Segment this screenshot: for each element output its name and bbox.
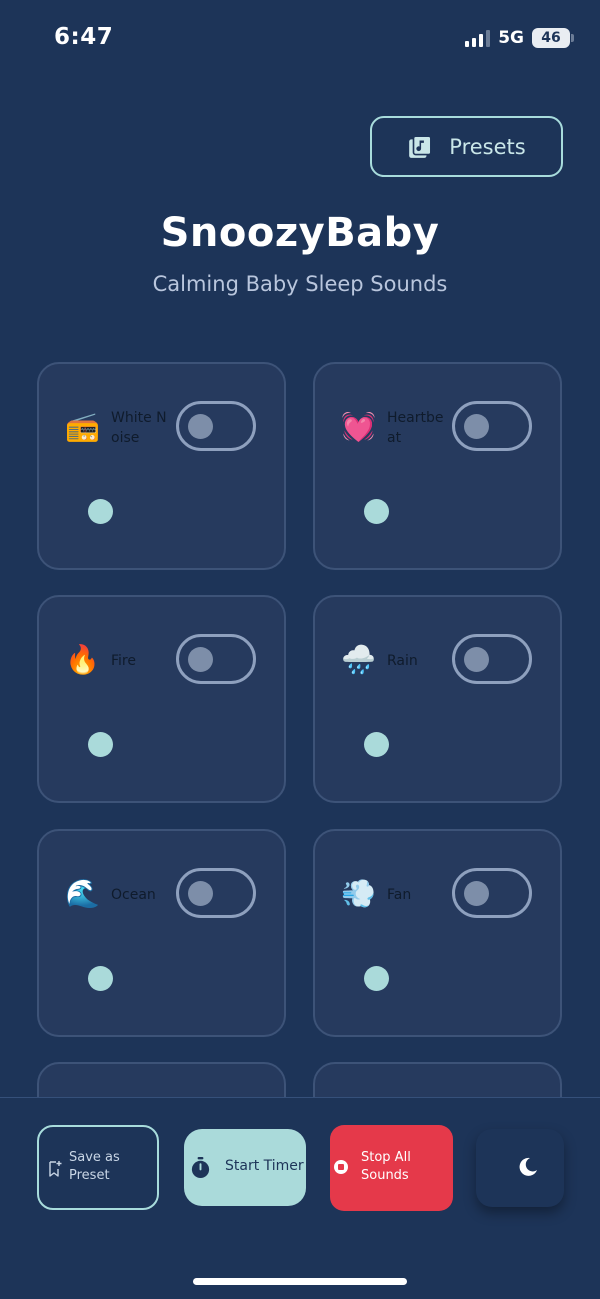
sound-toggle[interactable] <box>176 401 256 451</box>
sound-card-rain: 🌧️ Rain <box>313 595 562 803</box>
toggle-knob <box>188 414 213 439</box>
volume-slider-knob[interactable] <box>88 732 113 757</box>
stop-circle-icon <box>334 1160 348 1174</box>
save-preset-label: Save as Preset <box>69 1150 120 1183</box>
wind-icon: 💨 <box>341 877 376 910</box>
toggle-knob <box>464 414 489 439</box>
sound-label: Rain <box>387 653 418 669</box>
sound-label: White Noise <box>111 410 167 446</box>
volume-slider-knob[interactable] <box>364 732 389 757</box>
volume-slider-knob[interactable] <box>88 966 113 991</box>
sound-toggle[interactable] <box>452 634 532 684</box>
sound-card-fire: 🔥 Fire <box>37 595 286 803</box>
start-timer-button[interactable]: Start Timer <box>184 1129 306 1206</box>
sound-toggle[interactable] <box>452 868 532 918</box>
toggle-knob <box>464 881 489 906</box>
fire-icon: 🔥 <box>65 643 100 676</box>
sound-label: Fire <box>111 653 136 669</box>
heart-icon: 💓 <box>341 410 376 443</box>
toggle-knob <box>188 881 213 906</box>
sound-card-heartbeat: 💓 Heartbeat <box>313 362 562 570</box>
stop-all-button[interactable]: Stop All Sounds <box>330 1125 453 1211</box>
wave-icon: 🌊 <box>65 877 100 910</box>
rain-icon: 🌧️ <box>341 643 376 676</box>
volume-slider-knob[interactable] <box>88 499 113 524</box>
start-timer-label: Start Timer <box>225 1158 304 1174</box>
stop-all-label: Stop All Sounds <box>361 1150 411 1183</box>
sound-toggle[interactable] <box>452 401 532 451</box>
sound-card-partial <box>37 1062 286 1100</box>
bottom-action-bar: Save as Preset Start Timer Stop All Soun… <box>0 1097 600 1299</box>
volume-slider-knob[interactable] <box>364 966 389 991</box>
sound-card-partial <box>313 1062 562 1100</box>
sound-card-white-noise: 📻 White Noise <box>37 362 286 570</box>
stopwatch-icon <box>191 1156 210 1179</box>
toggle-knob <box>464 647 489 672</box>
bookmark-add-icon <box>49 1161 62 1177</box>
sound-grid: 📻 White Noise 💓 Heartbeat 🔥 Fire 🌧️ Rain… <box>0 0 600 1100</box>
sound-card-fan: 💨 Fan <box>313 829 562 1037</box>
volume-slider-knob[interactable] <box>364 499 389 524</box>
home-indicator <box>193 1278 407 1285</box>
sound-card-ocean: 🌊 Ocean <box>37 829 286 1037</box>
save-preset-button[interactable]: Save as Preset <box>37 1125 159 1210</box>
sound-toggle[interactable] <box>176 868 256 918</box>
toggle-knob <box>188 647 213 672</box>
sound-label: Heartbeat <box>387 410 444 446</box>
moon-icon <box>519 1157 537 1176</box>
sound-label: Fan <box>387 887 412 903</box>
radio-icon: 📻 <box>65 410 100 443</box>
sound-label: Ocean <box>111 887 156 903</box>
theme-toggle-button[interactable] <box>476 1129 564 1207</box>
sound-toggle[interactable] <box>176 634 256 684</box>
